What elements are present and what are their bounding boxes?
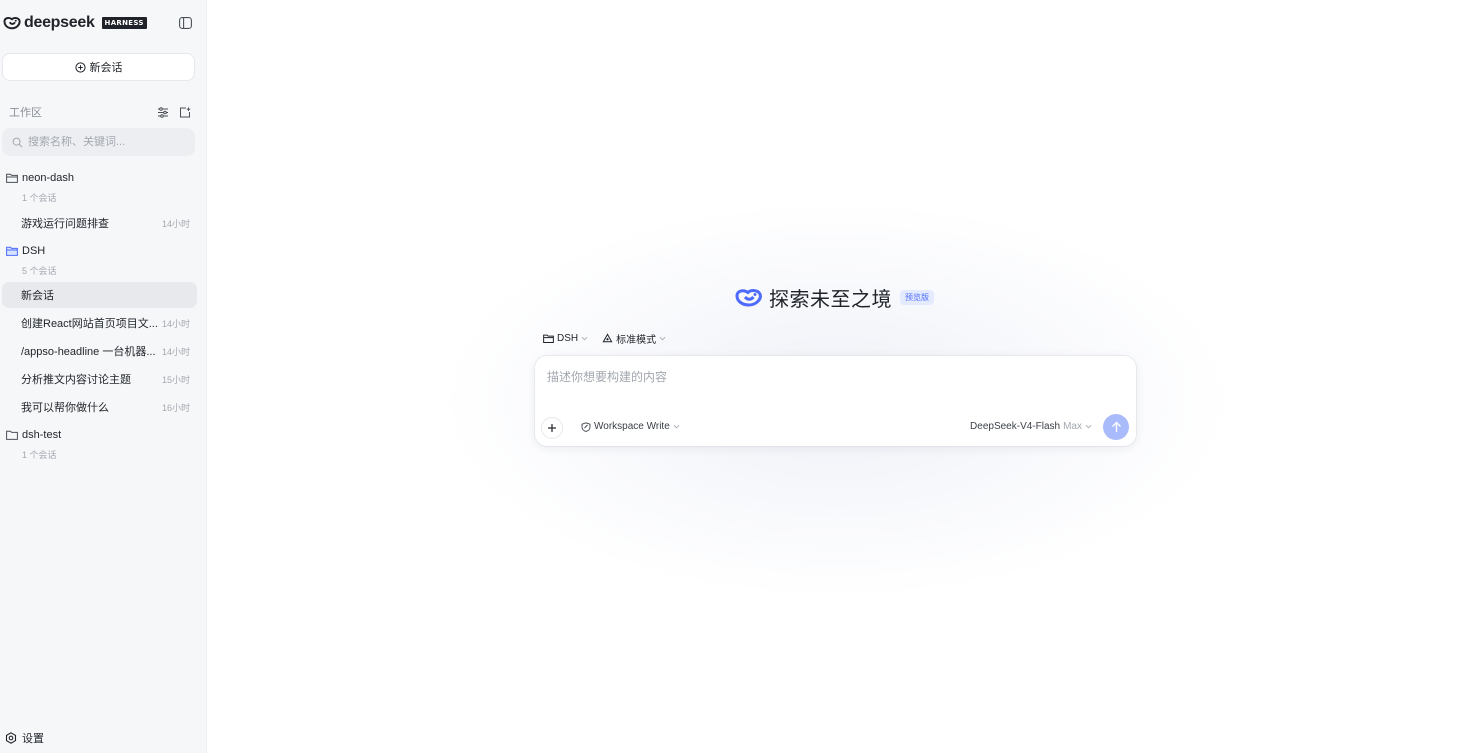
prompt-input[interactable] xyxy=(547,368,1117,404)
chat-item[interactable]: 游戏运行问题排查 14小时 xyxy=(2,210,197,236)
folder-icon xyxy=(6,430,18,440)
workspace-search xyxy=(2,128,195,156)
chevron-down-icon xyxy=(1085,421,1092,432)
recycle-icon xyxy=(602,333,613,344)
chat-item[interactable]: 我可以帮你做什么 16小时 xyxy=(2,394,197,420)
new-chat-label: 新会话 xyxy=(89,62,123,74)
whale-logo-icon xyxy=(3,14,21,32)
chat-item[interactable]: /appso-headline 一台机器... 14小时 xyxy=(2,338,197,364)
settings-button[interactable]: 设置 xyxy=(5,730,44,746)
model-selector[interactable]: DeepSeek-V4-Flash Max xyxy=(970,421,1092,432)
folder-count: 1 个会话 xyxy=(22,193,57,203)
composer-options: DSH 标准模式 xyxy=(543,331,666,346)
chat-title: 新会话 xyxy=(21,290,54,302)
gear-icon xyxy=(5,732,17,744)
sidebar-toggle-icon[interactable] xyxy=(178,16,192,29)
folder-icon xyxy=(543,334,554,343)
chat-title: 分析推文内容讨论主题 xyxy=(21,374,131,386)
folder-count: 5 个会话 xyxy=(22,266,57,276)
search-icon xyxy=(12,137,23,148)
chevron-down-icon xyxy=(581,333,588,344)
app-window: deepseek HARNESS 新会话 工作区 搜索名称、关键词... neo… xyxy=(0,0,1462,753)
new-chat-button[interactable]: 新会话 xyxy=(2,53,195,81)
chevron-down-icon xyxy=(659,333,666,344)
folder-name: neon-dash xyxy=(22,172,74,184)
permission-selector[interactable]: Workspace Write xyxy=(581,421,680,432)
chat-title: 游戏运行问题排查 xyxy=(21,218,109,230)
chevron-down-icon xyxy=(673,421,680,432)
composer: Workspace Write DeepSeek-V4-Flash Max xyxy=(535,356,1136,446)
chat-time: 16小时 xyxy=(161,402,190,413)
hero-title: 探索未至之境 xyxy=(769,288,892,311)
project-label: DSH xyxy=(557,333,579,344)
chat-time: 14小时 xyxy=(161,218,190,229)
add-folder-icon[interactable] xyxy=(179,107,191,118)
brand-name: deepseek xyxy=(24,14,95,31)
chat-time: 14小时 xyxy=(161,346,190,357)
chat-title: /appso-headline 一台机器... xyxy=(21,346,156,358)
search-input[interactable] xyxy=(28,136,178,148)
chat-item-active[interactable]: 新会话 xyxy=(2,282,197,308)
project-selector[interactable]: DSH xyxy=(543,333,588,344)
plus-circle-icon xyxy=(74,61,86,73)
permission-label: Workspace Write xyxy=(594,421,670,432)
folder-name: DSH xyxy=(22,245,46,257)
settings-label: 设置 xyxy=(22,733,44,745)
preview-badge: 预览版 xyxy=(900,289,934,305)
model-tier: Max xyxy=(1063,421,1082,432)
folder-name: dsh-test xyxy=(22,429,62,441)
send-button[interactable] xyxy=(1103,414,1129,440)
folder-dsh[interactable]: DSH xyxy=(6,245,45,257)
workspace-header: 工作区 xyxy=(9,104,191,120)
chat-title: 创建React网站首页项目文... xyxy=(21,318,158,330)
model-label: DeepSeek-V4-Flash xyxy=(970,421,1061,432)
chat-time: 14小时 xyxy=(161,318,190,329)
arrow-up-icon xyxy=(1111,421,1122,433)
plus-icon xyxy=(547,423,557,433)
main-area: 探索未至之境 预览版 DSH 标准模式 描述你想要构建的内容 Workspace… xyxy=(207,0,1462,753)
attach-button[interactable] xyxy=(541,417,563,439)
shield-edit-icon xyxy=(581,421,591,432)
brand-tag: HARNESS xyxy=(101,17,147,29)
whale-logo-icon xyxy=(735,286,763,308)
workspace-title: 工作区 xyxy=(9,107,42,119)
chat-title: 我可以帮你做什么 xyxy=(21,402,109,414)
hero: 探索未至之境 预览版 xyxy=(735,284,934,311)
chat-time: 15小时 xyxy=(161,374,190,385)
chat-item[interactable]: 分析推文内容讨论主题 15小时 xyxy=(2,366,197,392)
chat-item[interactable]: 创建React网站首页项目文... 14小时 xyxy=(2,310,197,336)
folder-open-icon xyxy=(6,246,18,256)
filter-icon[interactable] xyxy=(157,106,169,118)
brand: deepseek HARNESS xyxy=(3,12,147,34)
mode-label: 标准模式 xyxy=(616,335,657,346)
folder-count: 1 个会话 xyxy=(22,450,57,460)
sidebar: deepseek HARNESS 新会话 工作区 搜索名称、关键词... neo… xyxy=(0,0,207,753)
folder-icon xyxy=(6,173,18,183)
mode-selector[interactable]: 标准模式 xyxy=(602,331,666,346)
folder-neon-dash[interactable]: neon-dash xyxy=(6,172,74,184)
folder-dsh-test[interactable]: dsh-test xyxy=(6,429,61,441)
